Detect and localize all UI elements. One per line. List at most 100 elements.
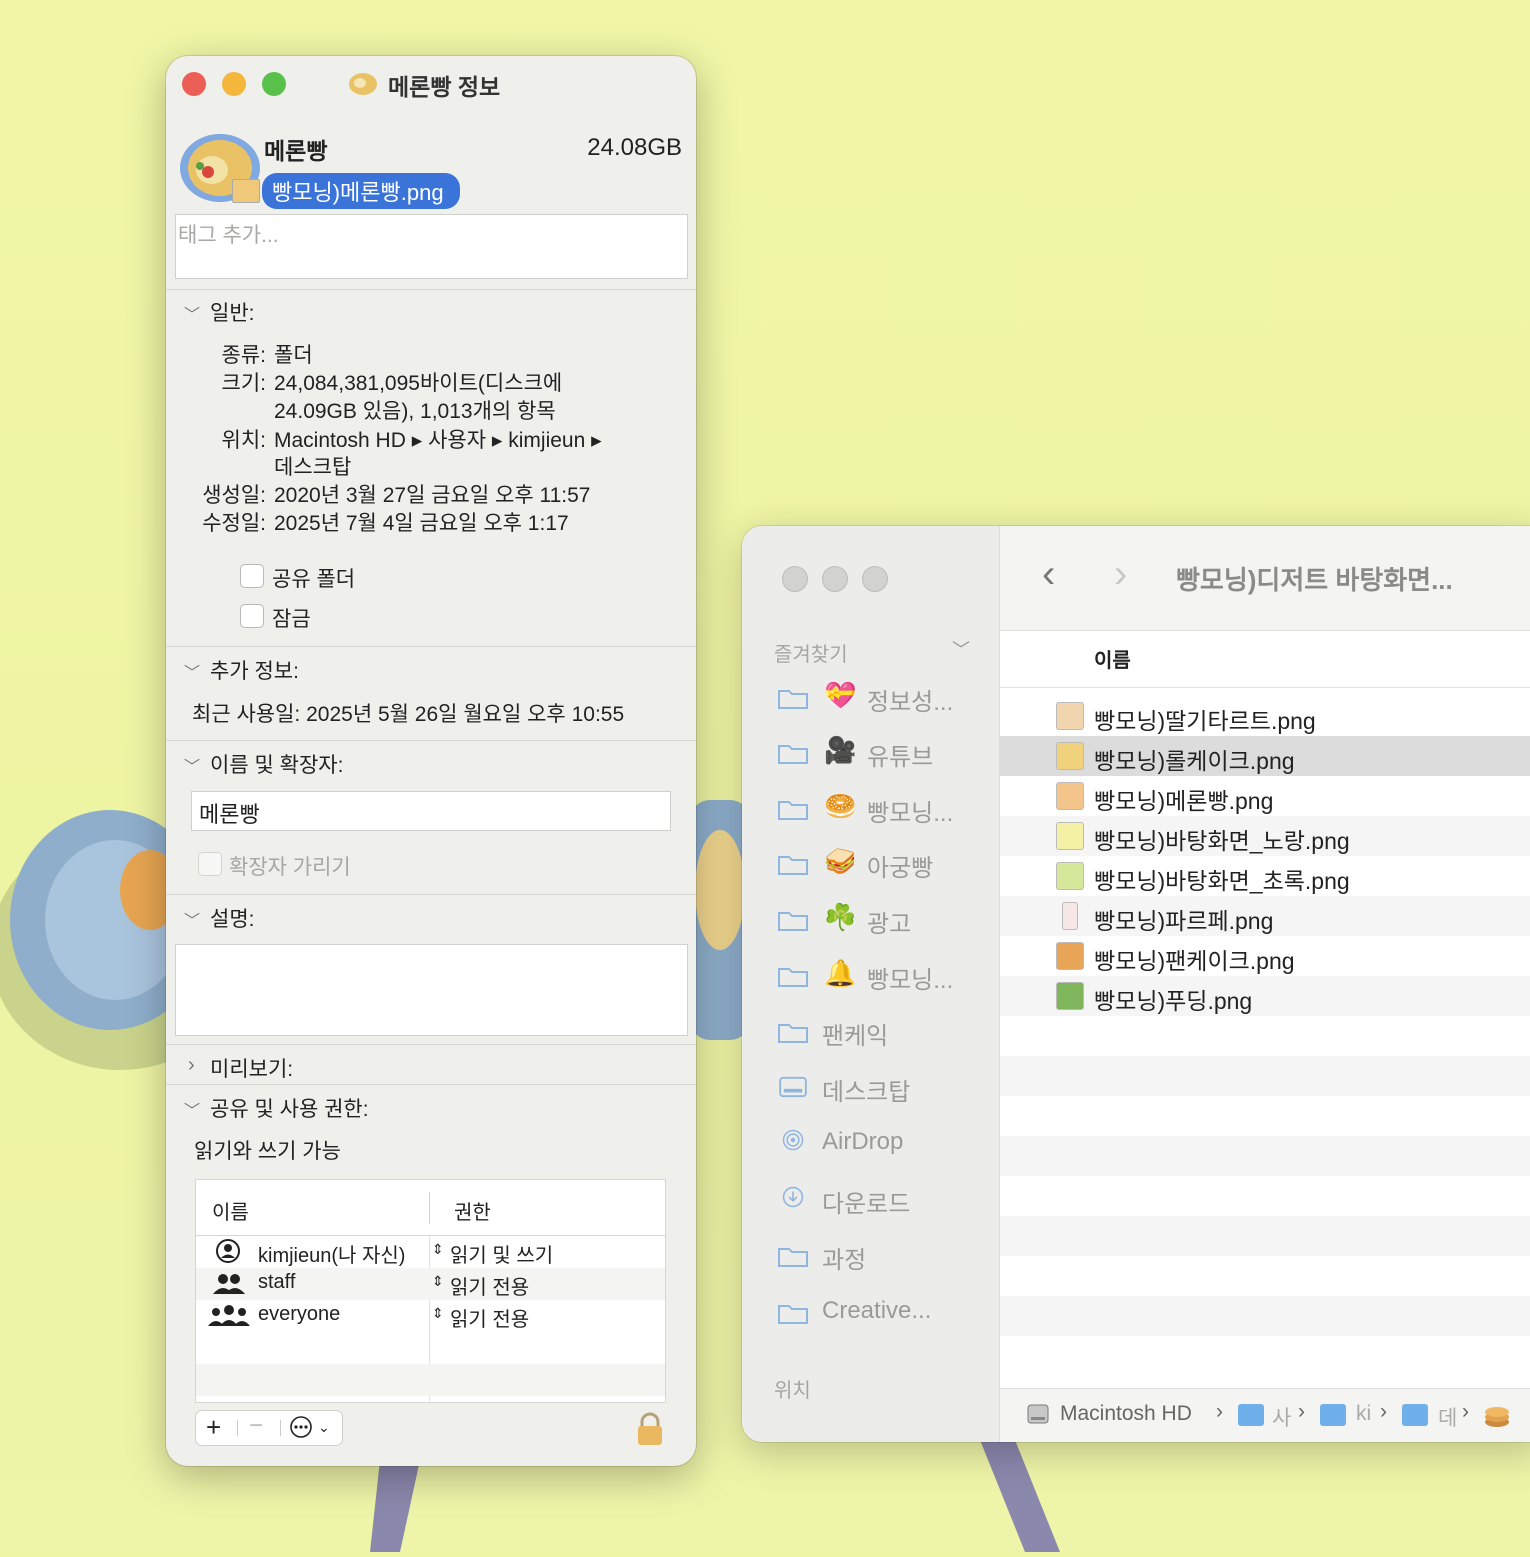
column-header-name[interactable]: 이름 — [1094, 644, 1131, 673]
table-row-empty — [196, 1364, 665, 1396]
table-row[interactable]: everyone ⇕ 읽기 전용 — [196, 1300, 665, 1332]
folder-icon — [778, 912, 808, 931]
back-icon[interactable]: ‹ — [1042, 554, 1055, 594]
file-name: 빵모닝)딸기타르트.png — [1094, 708, 1316, 734]
minimize-button[interactable] — [222, 72, 246, 96]
last-opened-text: 최근 사용일: 2025년 5월 26일 월요일 오후 10:55 — [192, 703, 625, 726]
column-divider — [429, 1192, 430, 1224]
close-button[interactable] — [782, 566, 808, 592]
tags-input[interactable]: 태그 추가... — [175, 214, 688, 279]
section-name-ext-header[interactable]: 이름 및 확장자: — [210, 749, 343, 779]
col-header-privilege[interactable]: 권한 — [454, 1196, 491, 1225]
remove-icon[interactable]: − — [249, 1412, 263, 1440]
kind-label: 종류: — [221, 344, 266, 367]
sidebar-item[interactable]: Creative... — [742, 1293, 999, 1333]
add-icon[interactable]: + — [206, 1412, 221, 1443]
section-comments-header[interactable]: 설명: — [210, 903, 254, 933]
zoom-button[interactable] — [862, 566, 888, 592]
chevron-down-icon[interactable]: ⌄ — [318, 1419, 330, 1436]
sidebar-label: 데스크탑 — [822, 1079, 911, 1106]
row-privilege[interactable]: 읽기 전용 — [450, 1303, 529, 1332]
locked-checkbox[interactable] — [240, 604, 264, 628]
sidebar-item[interactable]: AirDrop — [742, 1124, 999, 1164]
name-field[interactable]: 메론빵 — [191, 791, 671, 831]
size-label: 크기: — [221, 372, 266, 395]
sidebar-item[interactable]: 💝 정보성... — [742, 678, 999, 718]
chevron-down-icon[interactable]: ﹀ — [184, 1097, 200, 1121]
chevron-down-icon[interactable]: ﹀ — [184, 301, 200, 325]
everyone-icon — [208, 1304, 250, 1328]
file-row[interactable]: 빵모닝)딸기타르트.png — [1000, 696, 1530, 736]
folder-icon — [778, 968, 808, 987]
folder-icon — [778, 745, 808, 764]
table-row[interactable]: staff ⇕ 읽기 전용 — [196, 1268, 665, 1300]
table-row[interactable]: kimjieun(나 자신) ⇕ 읽기 및 쓰기 — [196, 1236, 665, 1268]
path-item[interactable]: Macintosh HD — [1060, 1402, 1192, 1426]
divider — [166, 740, 696, 741]
wallpaper-fork — [360, 1460, 440, 1552]
sidebar-item[interactable]: 데스크탑 — [742, 1068, 999, 1108]
file-row[interactable]: 빵모닝)메론빵.png — [1000, 776, 1530, 816]
sidebar-item[interactable]: 과정 — [742, 1236, 999, 1276]
item-name: 메론빵 — [264, 138, 328, 164]
where-value-line1: Macintosh HD ▸ 사용자 ▸ kimjieun ▸ — [274, 429, 602, 452]
path-item[interactable]: 데 — [1438, 1402, 1457, 1432]
section-preview-header[interactable]: 미리보기: — [210, 1053, 293, 1083]
chevron-right-icon: › — [1216, 1400, 1223, 1423]
col-header-name[interactable]: 이름 — [212, 1196, 249, 1225]
zoom-button[interactable] — [262, 72, 286, 96]
hide-extension-checkbox[interactable] — [198, 852, 222, 876]
sidebar-item[interactable]: 🎥 유튜브 — [742, 733, 999, 773]
sidebar-item[interactable]: 🥪 아궁빵 — [742, 844, 999, 884]
path-item[interactable]: 사 — [1272, 1402, 1291, 1432]
sidebar-item[interactable]: 다운로드 — [742, 1180, 999, 1220]
chevron-down-icon[interactable]: ﹀ — [184, 659, 200, 683]
file-row[interactable]: 빵모닝)바탕화면_노랑.png — [1000, 816, 1530, 856]
sidebar-emoji: 🎥 — [824, 735, 857, 765]
row-privilege[interactable]: 읽기 전용 — [450, 1271, 529, 1300]
image-thumbnail-icon — [1056, 822, 1084, 850]
sidebar-item[interactable]: ☘️ 광고 — [742, 900, 999, 940]
minimize-button[interactable] — [822, 566, 848, 592]
modified-value: 2025년 7월 4일 금요일 오후 1:17 — [274, 512, 569, 535]
kind-value: 폴더 — [274, 344, 313, 367]
row-name: staff — [258, 1271, 296, 1293]
user-icon — [216, 1239, 240, 1263]
sidebar-label: 과정 — [822, 1247, 867, 1274]
item-size-summary: 24.08GB — [587, 134, 682, 161]
window-title: 메론빵 정보 — [388, 74, 501, 100]
forward-icon[interactable]: › — [1114, 554, 1127, 594]
sidebar-item[interactable]: 🥯 빵모닝... — [742, 789, 999, 829]
chevron-down-icon[interactable]: ﹀ — [184, 907, 200, 931]
chevron-down-icon[interactable]: ﹀ — [184, 753, 200, 777]
updown-chevron-icon: ⇕ — [432, 1273, 444, 1289]
updown-chevron-icon: ⇕ — [432, 1305, 444, 1321]
row-privilege[interactable]: 읽기 및 쓰기 — [450, 1239, 553, 1268]
sidebar-item[interactable]: 🔔 빵모닝... — [742, 956, 999, 996]
chevron-down-icon[interactable]: ﹀ — [952, 636, 970, 662]
lock-icon[interactable] — [636, 1412, 664, 1446]
section-general-header[interactable]: 일반: — [210, 297, 254, 327]
sidebar-label: 팬케익 — [822, 1023, 889, 1050]
sharing-status: 읽기와 쓰기 가능 — [194, 1140, 341, 1163]
sidebar-label: 다운로드 — [822, 1191, 911, 1218]
file-row[interactable]: 빵모닝)바탕화면_초록.png — [1000, 856, 1530, 896]
path-item[interactable]: ki — [1356, 1402, 1371, 1426]
file-row[interactable]: 빵모닝)팬케이크.png — [1000, 936, 1530, 976]
file-row-selected[interactable]: 빵모닝)롤케이크.png — [1000, 736, 1530, 776]
folder-icon — [778, 856, 808, 875]
section-more-info-header[interactable]: 추가 정보: — [210, 655, 299, 685]
action-menu-icon[interactable] — [290, 1416, 312, 1438]
file-row[interactable]: 빵모닝)푸딩.png — [1000, 976, 1530, 1016]
drag-file-badge[interactable]: 빵모닝)메론빵.png — [232, 173, 460, 209]
file-name: 빵모닝)바탕화면_노랑.png — [1094, 828, 1350, 854]
section-sharing-header[interactable]: 공유 및 사용 권한: — [210, 1093, 369, 1123]
comments-textarea[interactable] — [175, 944, 688, 1036]
divider — [166, 1084, 696, 1085]
shared-folder-checkbox[interactable] — [240, 564, 264, 588]
file-row[interactable]: 빵모닝)파르페.png — [1000, 896, 1530, 936]
chevron-right-icon[interactable]: › — [188, 1054, 195, 1077]
chevron-right-icon: › — [1380, 1400, 1387, 1423]
close-button[interactable] — [182, 72, 206, 96]
sidebar-item[interactable]: 팬케익 — [742, 1012, 999, 1052]
